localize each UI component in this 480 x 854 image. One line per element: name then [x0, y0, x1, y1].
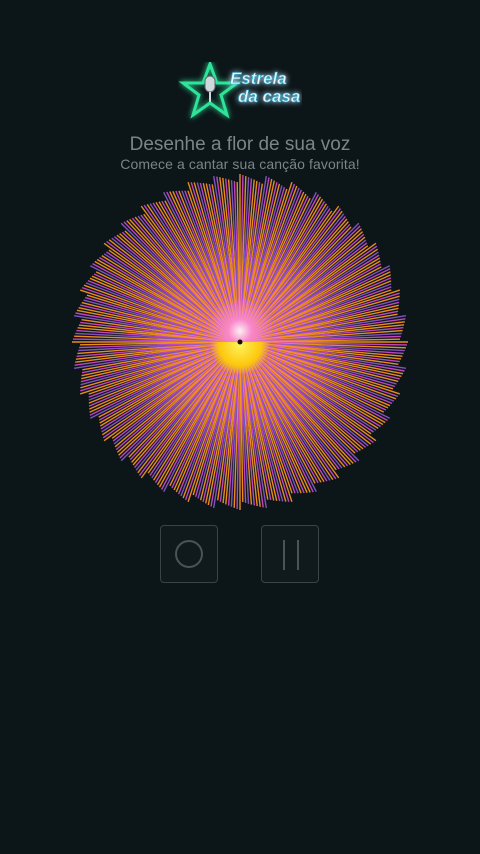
page-subtitle: Comece a cantar sua canção favorita!: [120, 156, 360, 172]
pause-button[interactable]: [261, 525, 319, 583]
logo-text-line2: da casa: [238, 87, 300, 106]
record-button[interactable]: [160, 525, 218, 583]
app-logo: Estrela da casa: [178, 62, 302, 124]
pause-icon: [283, 540, 299, 570]
voice-flower-visualizer: [71, 173, 409, 511]
microphone-icon: [204, 75, 216, 102]
record-icon: [175, 540, 203, 568]
logo-text-line1: Estrela: [230, 69, 287, 88]
flower-center-dot: [237, 339, 243, 345]
page-title: Desenhe a flor de sua voz: [129, 134, 351, 155]
